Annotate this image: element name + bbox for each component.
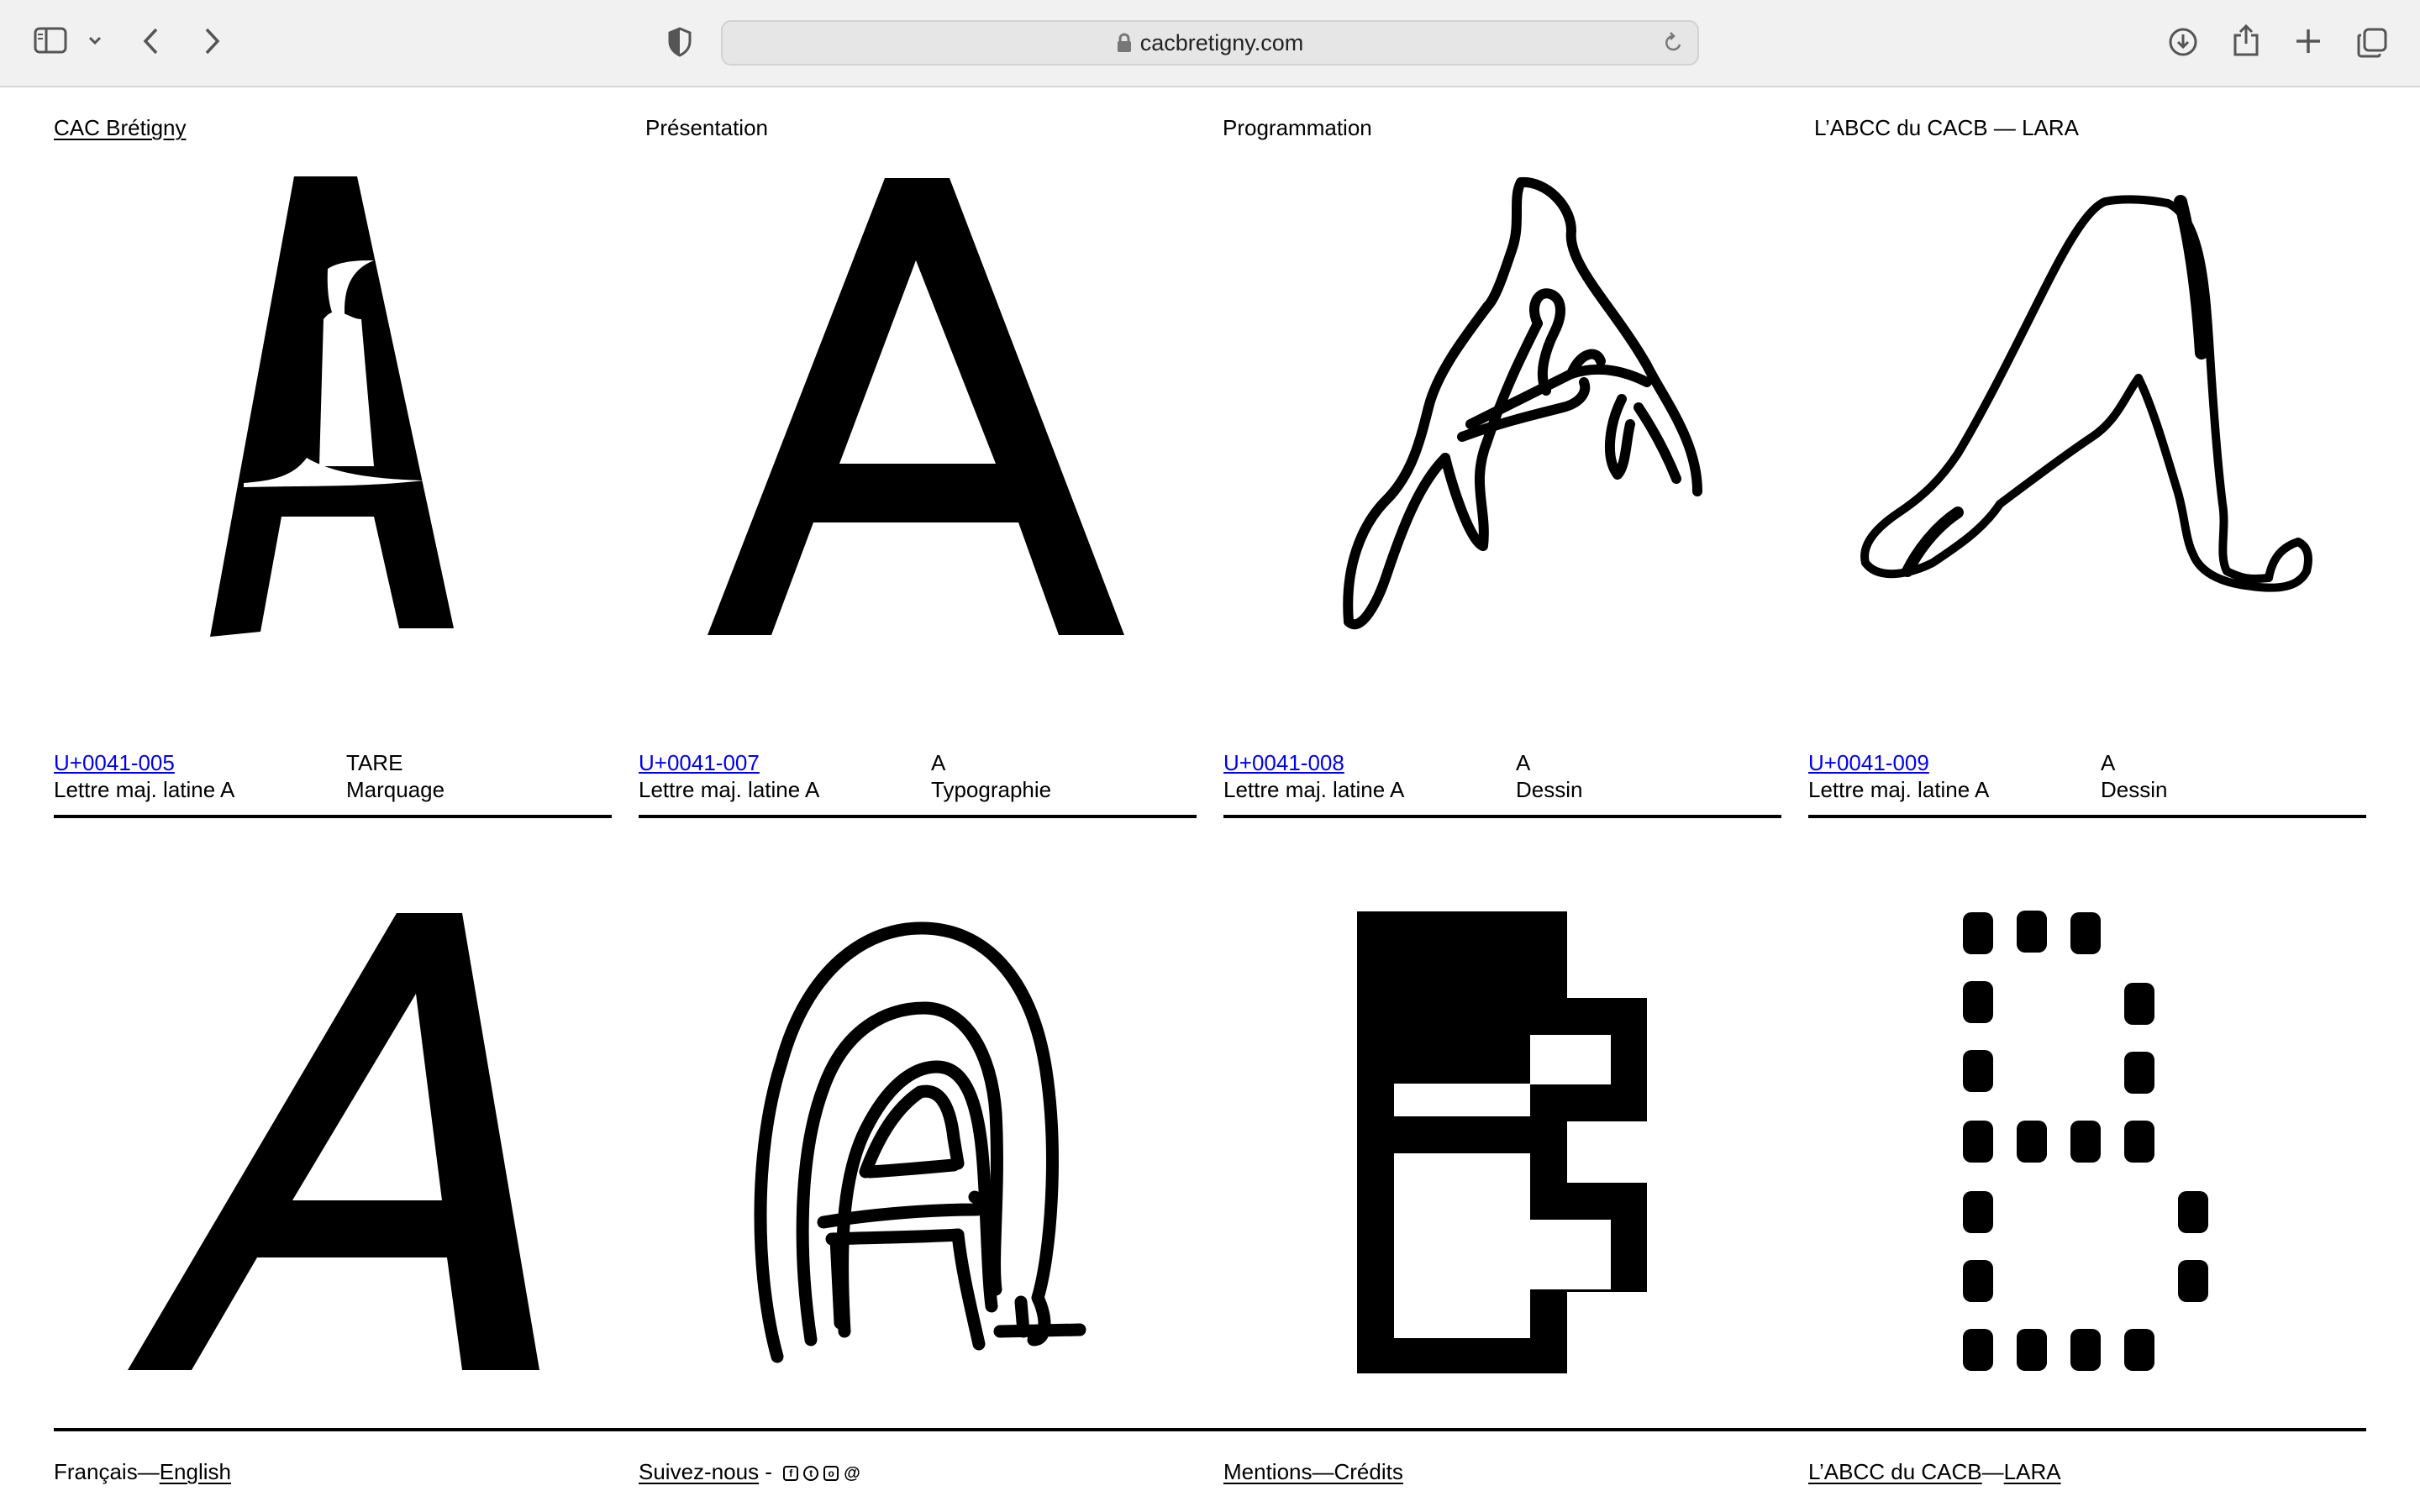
lock-icon	[1117, 33, 1132, 53]
glyph-dotted-b[interactable]	[1958, 907, 2227, 1378]
url-text: cacbretigny.com	[1139, 29, 1304, 55]
lara-link[interactable]: LARA	[2004, 1459, 2061, 1484]
share-icon[interactable]	[2232, 24, 2260, 57]
glyph-blocky-b[interactable]	[1357, 911, 1647, 1378]
footer-divider	[54, 1428, 2366, 1431]
card-name: Lettre maj. latine A	[1223, 777, 1405, 802]
nav-home-link[interactable]: CAC Brétigny	[54, 115, 187, 140]
card-code-link[interactable]: U+0041-005	[54, 750, 175, 775]
privacy-shield-icon[interactable]	[667, 27, 692, 57]
card-category: Dessin	[1516, 777, 1583, 802]
mentions-link[interactable]: Mentions	[1223, 1459, 1313, 1484]
card-category: Marquage	[346, 777, 445, 802]
glyph-typographie-a[interactable]	[706, 176, 1126, 638]
card-name: Lettre maj. latine A	[639, 777, 820, 802]
facebook-icon[interactable]: f	[783, 1466, 799, 1482]
card-divider	[1808, 815, 2366, 818]
language-french[interactable]: Français	[54, 1459, 138, 1484]
card-name: Lettre maj. latine A	[54, 777, 235, 802]
glyph-italic-a[interactable]	[126, 911, 546, 1373]
chevron-down-icon[interactable]	[87, 35, 103, 45]
nav-programmation-link[interactable]: Programmation	[1223, 114, 1372, 141]
credits-link[interactable]: Crédits	[1334, 1459, 1403, 1484]
card-divider	[54, 815, 612, 818]
card-glyph-label: A	[931, 750, 946, 775]
sidebar-icon[interactable]	[34, 27, 67, 54]
card-divider	[1223, 815, 1781, 818]
abcc-separator: —	[1981, 1459, 2004, 1484]
follow-us-link[interactable]: Suivez-nous	[639, 1459, 759, 1484]
card-glyph-label: TARE	[346, 750, 403, 775]
language-english-link[interactable]: English	[160, 1459, 231, 1484]
browser-toolbar: cacbretigny.com	[0, 0, 2420, 87]
back-icon[interactable]	[141, 27, 161, 55]
card-name: Lettre maj. latine A	[1808, 777, 1990, 802]
at-icon[interactable]: @	[844, 1465, 860, 1482]
language-separator: —	[137, 1459, 160, 1484]
download-icon[interactable]	[2168, 27, 2198, 57]
card-glyph-label: A	[2101, 750, 2116, 775]
card-code-link[interactable]: U+0041-009	[1808, 750, 1929, 775]
glyph-dessin-a-2[interactable]	[1849, 185, 2328, 622]
card-code-link[interactable]: U+0041-007	[639, 750, 760, 775]
glyph-dessin-a-1[interactable]	[1294, 172, 1714, 643]
card-divider	[639, 815, 1197, 818]
nav-abcc-link[interactable]: L’ABCC du CACB — LARA	[1814, 114, 2079, 141]
card-code-link[interactable]: U+0041-008	[1223, 750, 1344, 775]
tabs-overview-icon[interactable]	[2356, 27, 2388, 59]
nav-presentation-link[interactable]: Présentation	[645, 114, 768, 141]
address-bar[interactable]: cacbretigny.com	[721, 20, 1699, 66]
social-icons: f t o @	[783, 1465, 860, 1482]
card-category: Dessin	[2101, 777, 2168, 802]
glyph-marquage-a[interactable]	[193, 168, 479, 647]
new-tab-icon[interactable]	[2294, 27, 2323, 55]
reload-icon[interactable]	[1662, 31, 1684, 55]
abcc-link[interactable]: L’ABCC du CACB	[1808, 1459, 1982, 1484]
instagram-icon[interactable]: o	[823, 1466, 839, 1482]
twitter-icon[interactable]: t	[803, 1466, 819, 1482]
forward-icon[interactable]	[202, 27, 222, 55]
card-category: Typographie	[931, 777, 1052, 802]
mentions-separator: —	[1312, 1459, 1334, 1484]
follow-separator: -	[759, 1459, 779, 1484]
glyph-arches-a[interactable]	[748, 920, 1092, 1365]
card-glyph-label: A	[1516, 750, 1531, 775]
